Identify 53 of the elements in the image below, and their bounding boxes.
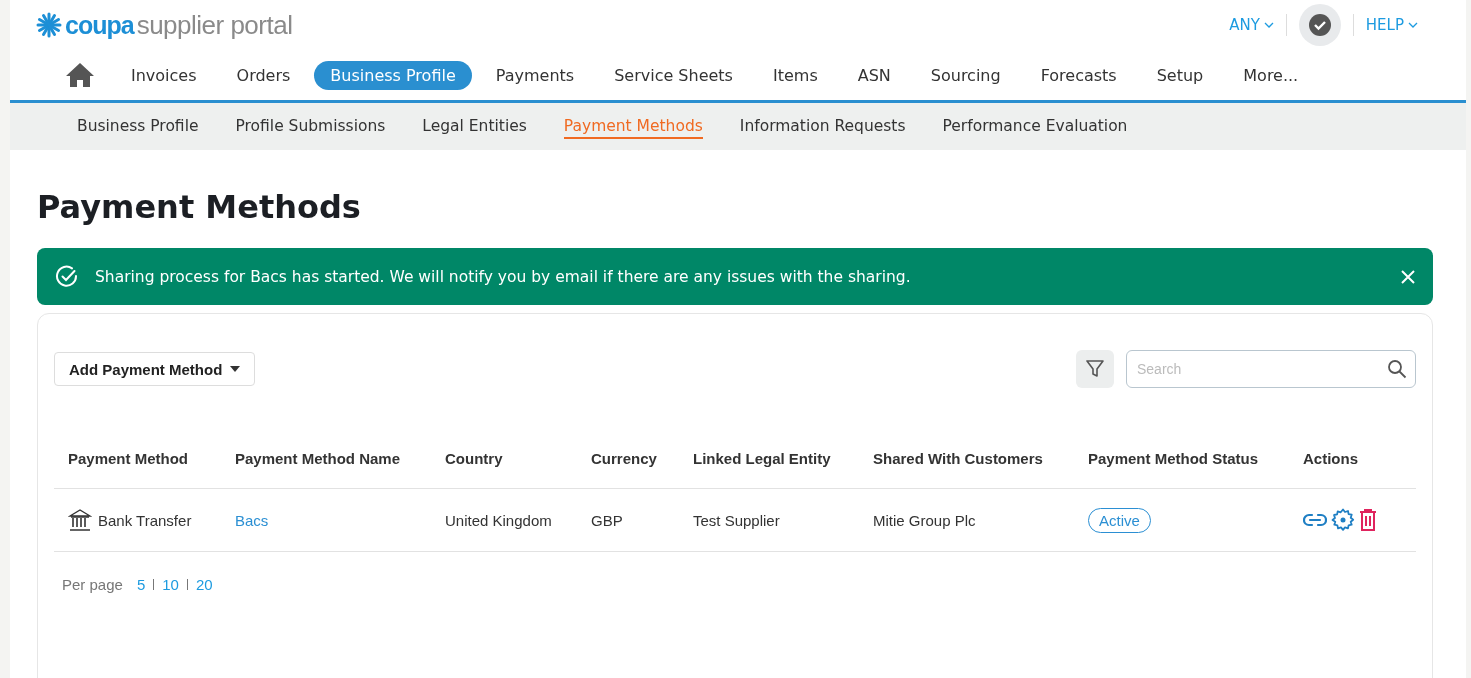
chevron-down-icon xyxy=(1408,22,1418,28)
nav-tab[interactable]: Forecasts xyxy=(1024,60,1133,90)
search-icon xyxy=(1387,359,1407,379)
filter-button[interactable] xyxy=(1076,350,1114,388)
logo-product: supplier portal xyxy=(136,9,293,41)
column-header: Country xyxy=(445,449,504,467)
link-icon[interactable] xyxy=(1303,512,1327,528)
column-header: Payment Method Status xyxy=(1088,449,1260,467)
nav-tab[interactable]: Business Profile xyxy=(314,60,472,90)
column-header: Linked Legal Entity xyxy=(693,449,832,467)
subnav-tab[interactable]: Business Profile xyxy=(77,114,199,139)
column-header: Shared With Customers xyxy=(873,449,1044,467)
table-cell-text: Test Supplier xyxy=(693,511,781,529)
column-header: Currency xyxy=(591,449,658,467)
bank-icon xyxy=(68,508,92,532)
per-page-label: Per page xyxy=(62,576,123,593)
column-header: Payment Method xyxy=(68,449,189,467)
filter-icon xyxy=(1085,359,1105,379)
home-icon[interactable] xyxy=(65,62,95,88)
chevron-down-icon xyxy=(1263,22,1274,28)
logo-brand: coupa xyxy=(65,10,134,40)
nav-tab[interactable]: Service Sheets xyxy=(598,60,749,90)
check-circle-icon xyxy=(55,264,79,289)
status-button[interactable] xyxy=(1298,4,1341,46)
subnav-tab[interactable]: Profile Submissions xyxy=(235,114,386,139)
add-payment-method-button[interactable]: Add Payment Method xyxy=(54,352,256,386)
delete-icon[interactable] xyxy=(1359,509,1377,531)
subnav-tab[interactable]: Performance Evaluation xyxy=(942,114,1128,139)
snowflake-logo-icon xyxy=(36,12,62,38)
column-header: Actions xyxy=(1303,449,1359,467)
nav-tab[interactable]: Sourcing xyxy=(914,60,1017,90)
nav-tab[interactable]: Setup xyxy=(1140,60,1220,90)
table-cell-text: GBP xyxy=(591,511,624,529)
search-field[interactable]: Search xyxy=(1126,350,1416,388)
table-cell-text: Mitie Group Plc xyxy=(873,511,977,529)
nav-tab[interactable]: Orders xyxy=(220,60,307,90)
subnav-tab[interactable]: Information Requests xyxy=(739,114,906,139)
nav-tab[interactable]: Items xyxy=(756,60,834,90)
table-cell-text: United Kingdom xyxy=(445,511,553,529)
nav-tab[interactable]: ASN xyxy=(841,60,907,90)
caret-icon xyxy=(230,366,241,372)
nav-tab[interactable]: Payments xyxy=(479,60,591,90)
nav-tab[interactable]: More... xyxy=(1227,60,1315,90)
check-circle-icon xyxy=(1307,13,1332,37)
subnav-tab[interactable]: Legal Entities xyxy=(422,114,527,139)
banner-message: Sharing process for Bacs has started. We will notify you by email if there are any issues with the sharing. xyxy=(95,267,912,286)
column-header: Payment Method Name xyxy=(235,449,402,467)
table-cell: Bank Transfer xyxy=(98,511,192,529)
payment-method-link[interactable]: Bacs xyxy=(235,511,269,529)
close-icon[interactable] xyxy=(1401,269,1415,284)
settings-icon[interactable] xyxy=(1331,508,1355,532)
nav-tab[interactable]: Invoices xyxy=(115,60,213,90)
page-title: Payment Methods xyxy=(37,188,362,226)
